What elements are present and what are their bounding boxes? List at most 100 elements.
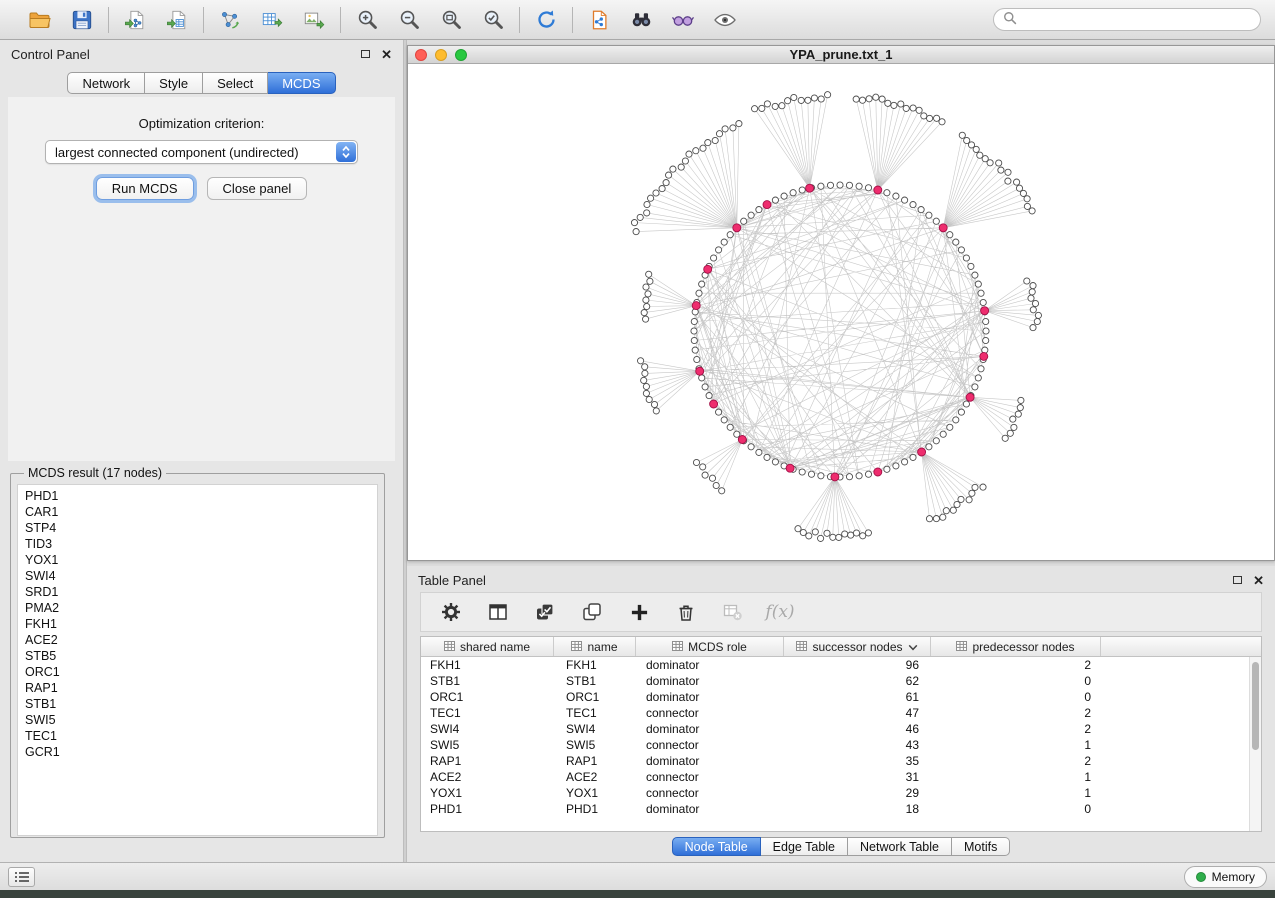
new-network-icon[interactable] <box>217 7 243 33</box>
search-input[interactable] <box>1022 13 1251 27</box>
save-icon[interactable] <box>69 7 95 33</box>
table-cell: 0 <box>931 802 1101 816</box>
column-label: shared name <box>460 640 530 654</box>
delete-icon[interactable] <box>674 600 698 624</box>
table-cell: dominator <box>636 722 784 736</box>
table-row[interactable]: ORC1ORC1dominator610 <box>421 689 1261 705</box>
tab-select[interactable]: Select <box>203 72 268 94</box>
mcds-node-item[interactable]: TEC1 <box>25 728 377 744</box>
toolbar-group <box>341 7 519 33</box>
column-header-predecessor-nodes[interactable]: predecessor nodes <box>931 637 1101 656</box>
criterion-dropdown[interactable]: largest connected component (undirected) <box>45 140 358 164</box>
tab-node-table[interactable]: Node Table <box>672 837 761 856</box>
sort-chevron-icon[interactable] <box>908 640 918 654</box>
mcds-node-item[interactable]: STB5 <box>25 648 377 664</box>
mcds-node-item[interactable]: SRD1 <box>25 584 377 600</box>
table-cell: PHD1 <box>554 802 636 816</box>
tab-edge-table[interactable]: Edge Table <box>761 837 848 856</box>
columns-icon[interactable] <box>486 600 510 624</box>
import-table-icon[interactable] <box>164 7 190 33</box>
memory-button[interactable]: Memory <box>1184 866 1267 888</box>
mcds-node-item[interactable]: ACE2 <box>25 632 377 648</box>
add-icon[interactable] <box>627 600 651 624</box>
mcds-node-item[interactable]: STB1 <box>25 696 377 712</box>
table-toolbar: f(x) <box>420 592 1262 632</box>
mcds-node-item[interactable]: YOX1 <box>25 552 377 568</box>
tab-style[interactable]: Style <box>145 72 203 94</box>
tab-network-table[interactable]: Network Table <box>848 837 952 856</box>
tab-mcds[interactable]: MCDS <box>268 72 335 94</box>
table-cell: connector <box>636 738 784 752</box>
share-document-icon[interactable] <box>586 7 612 33</box>
toolbar-group <box>109 7 203 33</box>
mcds-node-item[interactable]: ORC1 <box>25 664 377 680</box>
open-file-icon[interactable] <box>27 7 53 33</box>
table-row[interactable]: ACE2ACE2connector311 <box>421 769 1261 785</box>
table-cell: 31 <box>784 770 931 784</box>
memory-status-dot <box>1196 872 1206 882</box>
tab-network[interactable]: Network <box>67 72 145 94</box>
column-header-name[interactable]: name <box>554 637 636 656</box>
fx-label: f(x) <box>765 602 794 622</box>
panel-menu-button[interactable] <box>8 867 35 887</box>
import-network-icon[interactable] <box>122 7 148 33</box>
table-row[interactable]: PHD1PHD1dominator180 <box>421 801 1261 817</box>
mcds-node-item[interactable]: RAP1 <box>25 680 377 696</box>
table-body: FKH1FKH1dominator962STB1STB1dominator620… <box>421 657 1261 817</box>
mcds-node-item[interactable]: GCR1 <box>25 744 377 760</box>
close-panel-icon[interactable]: ✕ <box>381 48 392 61</box>
network-window-titlebar[interactable]: YPA_prune.txt_1 <box>408 46 1274 64</box>
toolbar-group <box>204 7 340 33</box>
column-header-successor-nodes[interactable]: successor nodes <box>784 637 931 656</box>
table-cell: dominator <box>636 658 784 672</box>
function-builder-icon[interactable]: f(x) <box>768 600 792 624</box>
table-row[interactable]: TEC1TEC1connector472 <box>421 705 1261 721</box>
zoom-fit-icon[interactable] <box>438 7 464 33</box>
mcds-node-item[interactable]: PHD1 <box>25 488 377 504</box>
window-minimize-button[interactable] <box>435 49 447 61</box>
search-network-icon[interactable] <box>628 7 654 33</box>
window-close-button[interactable] <box>415 49 427 61</box>
table-row[interactable]: STB1STB1dominator620 <box>421 673 1261 689</box>
table-row[interactable]: RAP1RAP1dominator352 <box>421 753 1261 769</box>
settings-icon[interactable] <box>439 600 463 624</box>
table-row[interactable]: FKH1FKH1dominator962 <box>421 657 1261 673</box>
table-row[interactable]: SWI5SWI5connector431 <box>421 737 1261 753</box>
refresh-icon[interactable] <box>533 7 559 33</box>
mcds-node-item[interactable]: STP4 <box>25 520 377 536</box>
column-header-shared-name[interactable]: shared name <box>421 637 554 656</box>
zoom-out-icon[interactable] <box>396 7 422 33</box>
run-mcds-button[interactable]: Run MCDS <box>96 177 194 200</box>
window-zoom-button[interactable] <box>455 49 467 61</box>
table-cell: TEC1 <box>554 706 636 720</box>
table-scrollbar-thumb[interactable] <box>1252 662 1259 750</box>
close-panel-button[interactable]: Close panel <box>207 177 308 200</box>
mcds-node-item[interactable]: SWI4 <box>25 568 377 584</box>
delete-table-icon[interactable] <box>721 600 745 624</box>
mcds-node-item[interactable]: FKH1 <box>25 616 377 632</box>
zoom-selected-icon[interactable] <box>480 7 506 33</box>
network-canvas[interactable] <box>408 64 1274 560</box>
mcds-node-item[interactable]: SWI5 <box>25 712 377 728</box>
tab-motifs[interactable]: Motifs <box>952 837 1010 856</box>
eye-icon[interactable] <box>712 7 738 33</box>
mcds-node-item[interactable]: PMA2 <box>25 600 377 616</box>
mcds-node-item[interactable]: CAR1 <box>25 504 377 520</box>
glasses-icon[interactable] <box>670 7 696 33</box>
zoom-in-icon[interactable] <box>354 7 380 33</box>
export-table-icon[interactable] <box>259 7 285 33</box>
export-image-icon[interactable] <box>301 7 327 33</box>
select-all-icon[interactable] <box>533 600 557 624</box>
table-row[interactable]: SWI4SWI4dominator462 <box>421 721 1261 737</box>
search-box[interactable] <box>993 8 1261 31</box>
float-panel-icon[interactable] <box>361 50 370 58</box>
mcds-node-item[interactable]: TID3 <box>25 536 377 552</box>
column-header-MCDS-role[interactable]: MCDS role <box>636 637 784 656</box>
mcds-result-list[interactable]: PHD1CAR1STP4TID3YOX1SWI4SRD1PMA2FKH1ACE2… <box>17 484 378 836</box>
table-cell: dominator <box>636 754 784 768</box>
table-scrollbar[interactable] <box>1249 657 1261 831</box>
deselect-all-icon[interactable] <box>580 600 604 624</box>
table-row[interactable]: YOX1YOX1connector291 <box>421 785 1261 801</box>
close-table-panel-icon[interactable]: ✕ <box>1253 574 1264 587</box>
float-table-panel-icon[interactable] <box>1233 576 1242 584</box>
